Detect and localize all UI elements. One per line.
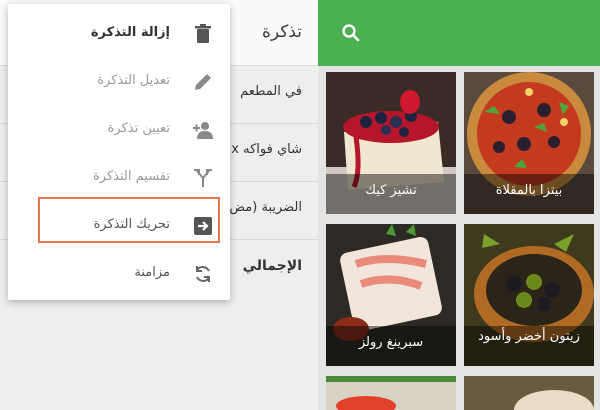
product-tile-pizza[interactable]: بيتزا بالمقلاة: [464, 72, 594, 214]
product-grid: تشيز كيك بيتزا بالمقلاة سبرينغ رولز زيتو…: [318, 66, 600, 410]
menu-item-split-ticket[interactable]: تقسيم التذكرة: [8, 154, 230, 202]
menu-item-label: إزالة التذكرة: [90, 25, 170, 40]
sync-icon: [196, 266, 210, 282]
product-tile-olives[interactable]: زيتون أخضر وأسود: [464, 224, 594, 366]
menu-item-label: تحريك التذكرة: [93, 217, 170, 232]
menu-item-label: تعديل التذكرة: [97, 73, 170, 88]
ticket-line-label: شاي فواكه x: [231, 142, 302, 157]
product-label: سبرينغ رولز: [326, 326, 456, 366]
menu-item-sync[interactable]: مزامنة: [8, 250, 230, 298]
move-icon: [194, 217, 212, 235]
ticket-line-label: الضريبة (مض: [229, 200, 302, 215]
product-tile-spring-rolls[interactable]: سبرينغ رولز: [326, 224, 456, 366]
menu-item-remove-ticket[interactable]: إزالة التذكرة: [8, 10, 230, 58]
menu-item-label: تعيين تذكرة: [107, 121, 170, 136]
dish-image: [464, 376, 594, 410]
pencil-icon: [195, 74, 211, 90]
product-tile-cheesecake[interactable]: تشيز كيك: [326, 72, 456, 214]
product-tile[interactable]: [326, 376, 456, 410]
menu-item-label: مزامنة: [134, 265, 170, 280]
menu-item-move-ticket[interactable]: تحريك التذكرة: [8, 202, 230, 250]
person-add-icon: [193, 122, 213, 139]
product-label: تشيز كيك: [326, 174, 456, 214]
product-tile[interactable]: [464, 376, 594, 410]
search-icon: [342, 24, 360, 42]
ticket-total-label: الإجمالي: [242, 258, 302, 274]
ticket-line-label: في المطعم: [240, 84, 302, 99]
menu-item-assign-ticket[interactable]: تعيين تذكرة: [8, 106, 230, 154]
product-label: زيتون أخضر وأسود: [464, 326, 594, 366]
menu-item-edit-ticket[interactable]: تعديل التذكرة: [8, 58, 230, 106]
ticket-actions-menu: إزالة التذكرة تعديل التذكرة تعيين تذكرة …: [8, 4, 230, 300]
drink-image: [326, 376, 456, 410]
trash-icon: [195, 24, 211, 43]
split-icon: [194, 169, 212, 187]
search-button[interactable]: [338, 20, 364, 46]
product-label: بيتزا بالمقلاة: [464, 174, 594, 214]
menu-item-label: تقسيم التذكرة: [93, 169, 170, 184]
catalog-header: [318, 0, 600, 66]
ticket-title: تذكرة: [261, 22, 302, 42]
